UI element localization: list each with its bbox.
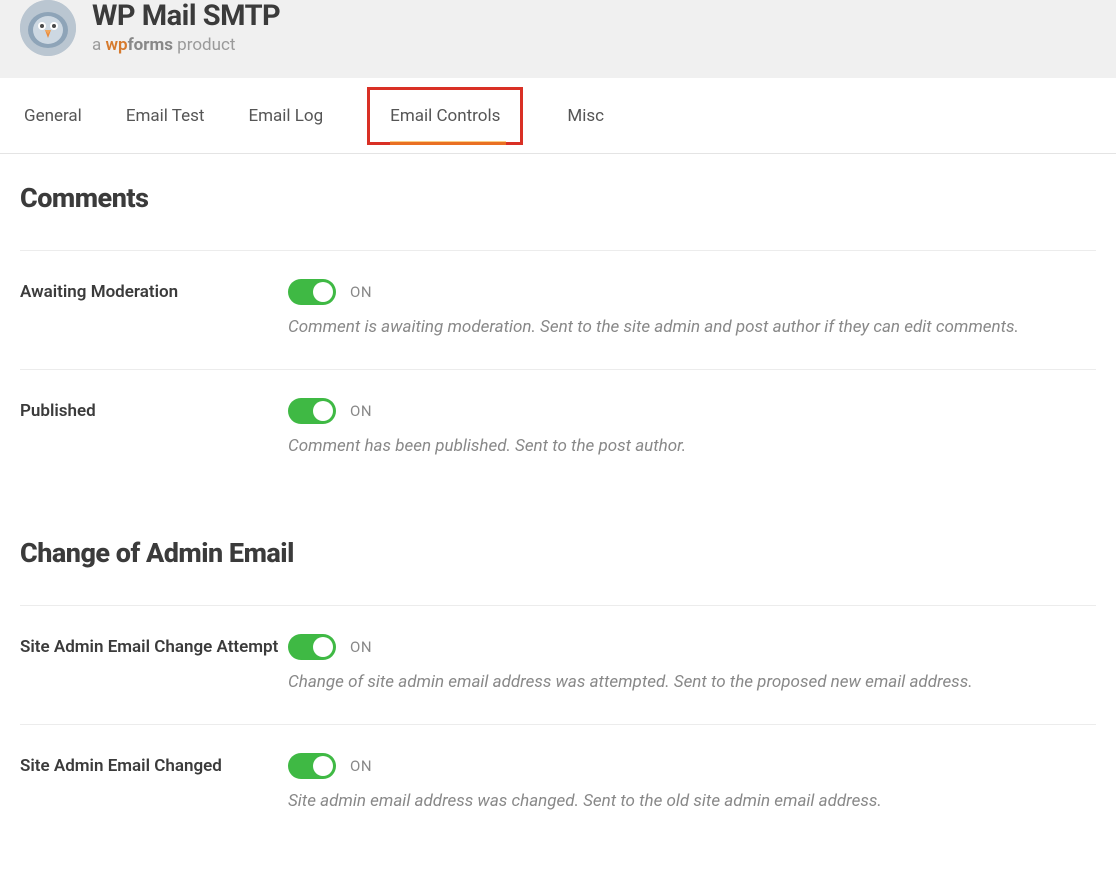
state-published: ON <box>350 402 372 420</box>
plugin-title: WP Mail SMTP <box>92 1 280 33</box>
sub-forms: forms <box>128 35 173 55</box>
desc-changed: Site admin email address was changed. Se… <box>288 789 1096 815</box>
desc-awaiting-moderation: Comment is awaiting moderation. Sent to … <box>288 315 1096 341</box>
tabs-nav: General Email Test Email Log Email Contr… <box>0 78 1116 154</box>
label-change-attempt: Site Admin Email Change Attempt <box>20 634 288 659</box>
toggle-knob <box>313 401 333 421</box>
section-comments-title: Comments <box>20 182 1096 214</box>
desc-change-attempt: Change of site admin email address was a… <box>288 670 1096 696</box>
sub-suffix: product <box>173 35 235 55</box>
body-changed: ON Site admin email address was changed.… <box>288 753 1096 815</box>
sub-wp: wp <box>105 35 127 55</box>
section-admin-email-title: Change of Admin Email <box>20 537 1096 569</box>
tab-email-log[interactable]: Email Log <box>248 100 323 132</box>
toggle-row-published: ON <box>288 398 1096 424</box>
sub-prefix: a <box>92 35 105 55</box>
toggle-knob <box>313 637 333 657</box>
toggle-awaiting-moderation[interactable] <box>288 279 336 305</box>
desc-published: Comment has been published. Sent to the … <box>288 434 1096 460</box>
toggle-knob <box>313 282 333 302</box>
tab-general[interactable]: General <box>24 100 82 132</box>
tab-email-test[interactable]: Email Test <box>126 100 205 132</box>
state-changed: ON <box>350 757 372 775</box>
toggle-change-attempt[interactable] <box>288 634 336 660</box>
plugin-subtitle: a wpforms product <box>92 35 280 55</box>
plugin-logo-icon <box>20 0 76 56</box>
toggle-row-change-attempt: ON <box>288 634 1096 660</box>
toggle-published[interactable] <box>288 398 336 424</box>
plugin-header: WP Mail SMTP a wpforms product <box>0 0 1116 78</box>
setting-awaiting-moderation: Awaiting Moderation ON Comment is awaiti… <box>20 250 1096 369</box>
state-awaiting-moderation: ON <box>350 283 372 301</box>
setting-changed: Site Admin Email Changed ON Site admin e… <box>20 724 1096 843</box>
toggle-row-changed: ON <box>288 753 1096 779</box>
setting-change-attempt: Site Admin Email Change Attempt ON Chang… <box>20 605 1096 724</box>
body-published: ON Comment has been published. Sent to t… <box>288 398 1096 460</box>
setting-published: Published ON Comment has been published.… <box>20 369 1096 488</box>
brand-text: WP Mail SMTP a wpforms product <box>92 1 280 55</box>
state-change-attempt: ON <box>350 638 372 656</box>
settings-content: Comments Awaiting Moderation ON Comment … <box>0 154 1116 882</box>
label-published: Published <box>20 398 288 423</box>
label-changed: Site Admin Email Changed <box>20 753 288 778</box>
toggle-row-awaiting-moderation: ON <box>288 279 1096 305</box>
tab-email-controls[interactable]: Email Controls <box>367 87 523 145</box>
body-change-attempt: ON Change of site admin email address wa… <box>288 634 1096 696</box>
label-awaiting-moderation: Awaiting Moderation <box>20 279 288 304</box>
toggle-knob <box>313 756 333 776</box>
tab-misc[interactable]: Misc <box>567 100 604 132</box>
body-awaiting-moderation: ON Comment is awaiting moderation. Sent … <box>288 279 1096 341</box>
toggle-changed[interactable] <box>288 753 336 779</box>
